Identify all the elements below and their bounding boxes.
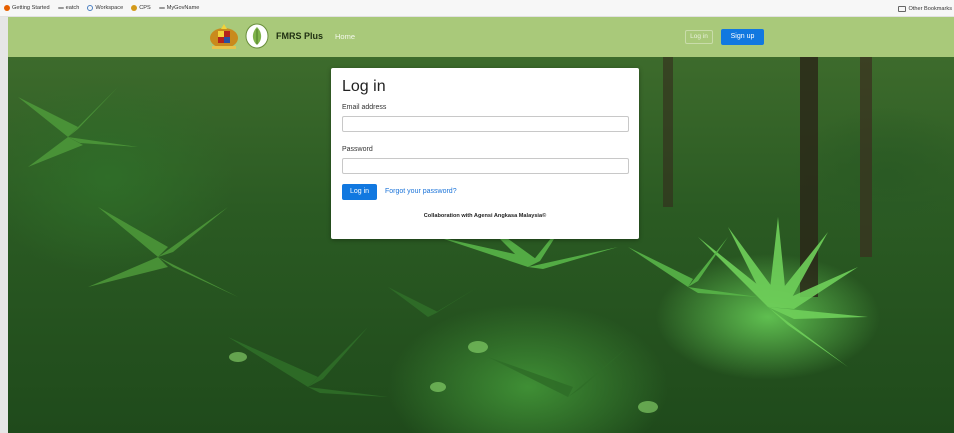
forgot-password-link[interactable]: Forgot your password? [385,188,457,195]
link-icon [57,7,64,9]
bookmark-mygovname[interactable]: MyGovName [158,5,200,11]
firefox-icon [4,5,10,11]
other-bookmarks-label: Other Bookmarks [908,5,952,12]
bookmark-cps[interactable]: CPS [131,5,151,11]
brand-name[interactable]: FMRS Plus [276,31,323,41]
link-icon [158,7,165,9]
crest-icon [131,5,138,11]
bookmark-workspace[interactable]: Workspace [87,5,123,11]
bookmark-label: eatch [65,5,80,11]
bookmark-label: Getting Started [12,5,50,11]
email-field[interactable] [342,116,629,132]
email-label: Email address [342,104,387,111]
login-submit-button[interactable]: Log in [342,184,377,200]
bookmark-label: CPS [139,5,151,11]
globe-icon [87,5,94,11]
bookmark-getting-started[interactable]: Getting Started [4,5,50,11]
collaboration-note: Collaboration with Agensi Angkasa Malays… [423,213,547,219]
nav-login-button[interactable]: Log in [685,30,713,44]
bookmark-label: MyGovName [166,5,200,11]
folder-icon [898,5,907,12]
fmrs-logo-icon [245,23,269,49]
nav-home-link[interactable]: Home [335,32,355,41]
other-bookmarks[interactable]: Other Bookmarks [898,0,952,17]
bookmark-label: Workspace [95,5,124,11]
login-title: Log in [342,78,386,95]
bookmark-eatch[interactable]: eatch [57,5,80,11]
login-card: Log in Email address Password Log in For… [331,68,639,239]
top-navbar: FMRS Plus Home Log in Sign up [8,17,954,57]
password-field[interactable] [342,158,629,174]
password-label: Password [342,146,373,153]
bookmarks-bar: Getting Started eatch Workspace CPS MyGo… [0,0,954,17]
browser-frame: Getting Started eatch Workspace CPS MyGo… [0,0,954,433]
left-edge-strip [0,17,8,433]
malaysia-crest-icon [210,24,238,49]
nav-signup-button[interactable]: Sign up [721,29,764,45]
